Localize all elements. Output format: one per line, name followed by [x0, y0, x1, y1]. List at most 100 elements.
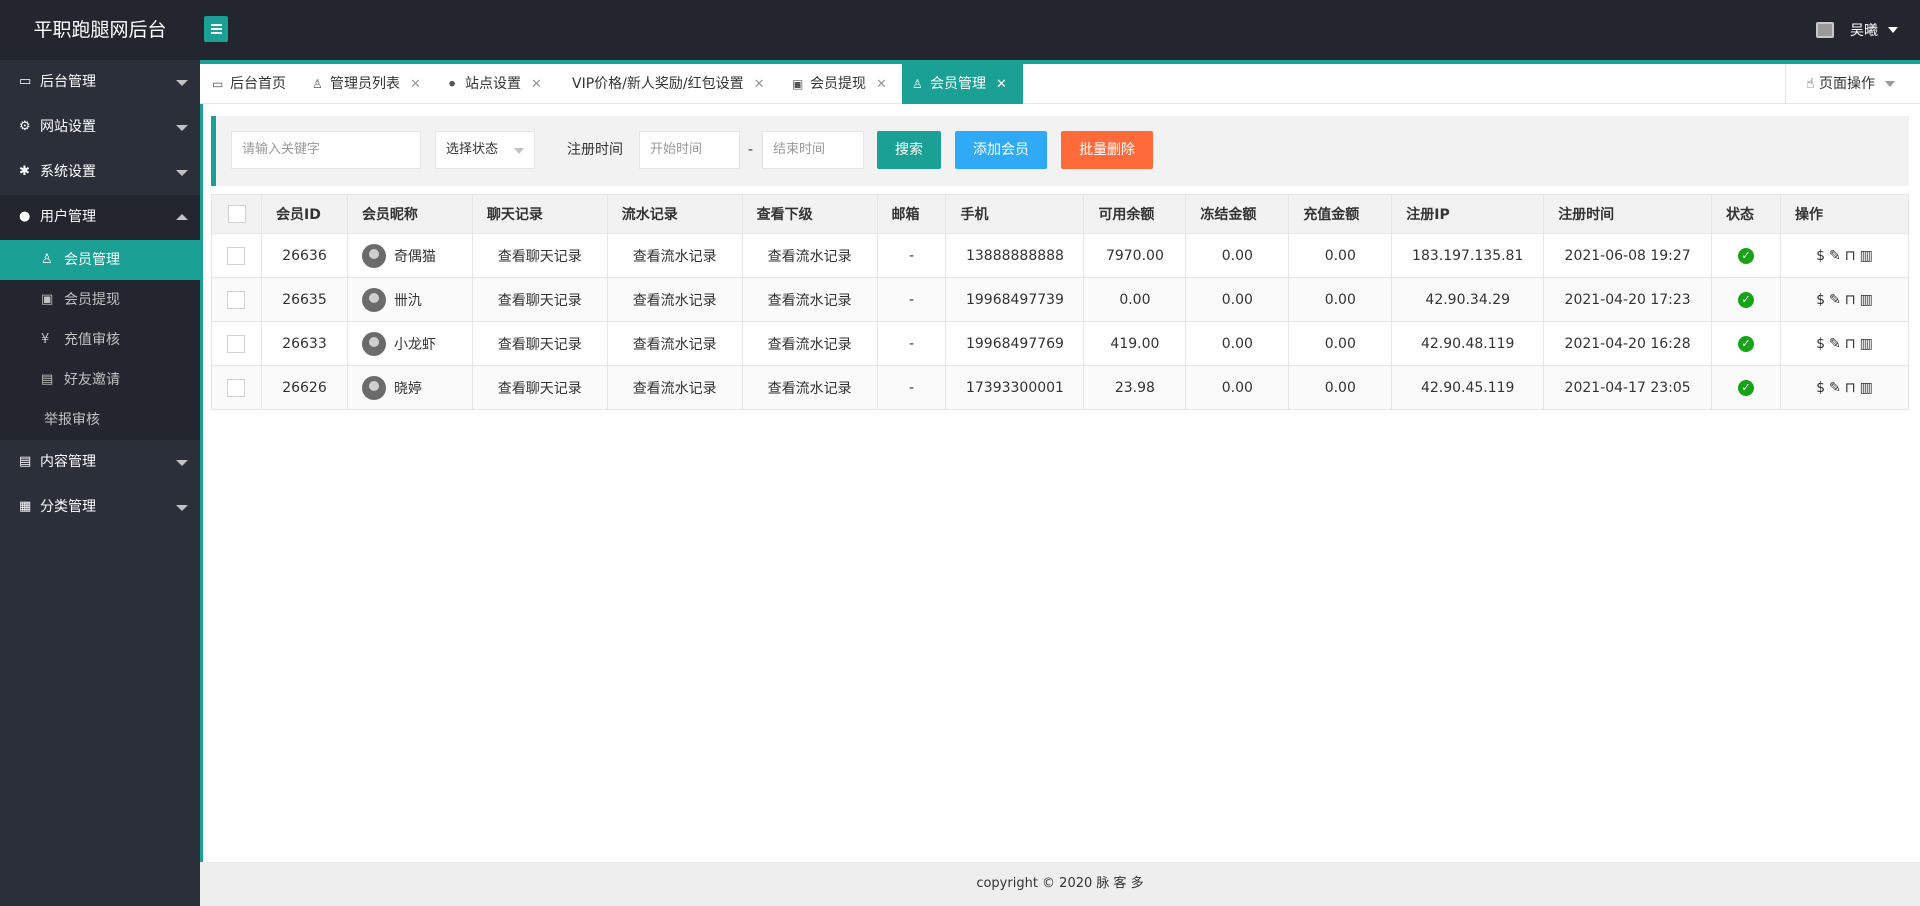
row-checkbox[interactable]	[227, 290, 246, 309]
sidebar-subitem-report-review[interactable]: 举报审核	[0, 400, 200, 440]
gears-icon: ⚙	[19, 119, 31, 134]
available-balance: 23.98	[1083, 365, 1187, 410]
email: -	[876, 233, 947, 278]
subordinates-link[interactable]: 查看流水记录	[741, 321, 878, 366]
lock-icon[interactable]: ⊓	[1845, 292, 1856, 308]
row-checkbox[interactable]	[227, 378, 246, 397]
flow-log-link[interactable]: 查看流水记录	[606, 365, 743, 410]
frozen-amount: 0.00	[1185, 365, 1290, 410]
sidebar-subitem-label: 会员管理	[64, 252, 120, 268]
sidebar-subitem-members[interactable]: ♙ 会员管理	[0, 240, 200, 280]
chevron-down-icon	[176, 460, 188, 466]
subordinates-link[interactable]: 查看流水记录	[741, 277, 878, 322]
document-icon: ▤	[19, 454, 32, 469]
chat-log-link[interactable]: 查看聊天记录	[471, 321, 608, 366]
user-menu[interactable]: 吴曦	[1816, 0, 1898, 60]
status-cell: ✓	[1711, 321, 1781, 366]
flow-log-link[interactable]: 查看流水记录	[606, 321, 743, 366]
top-header: 平职跑腿网后台 吴曦	[0, 0, 1920, 60]
money-bag-icon[interactable]: $	[1816, 336, 1825, 352]
sidebar-item-content-management[interactable]: ▤ 内容管理	[0, 440, 200, 485]
sidebar-item-user-management[interactable]: ● 用户管理	[0, 195, 200, 240]
member-id: 26635	[260, 277, 348, 322]
sidebar-subitem-withdrawals[interactable]: ▣ 会员提现	[0, 280, 200, 320]
close-icon[interactable]: ✕	[876, 65, 887, 105]
page-operations-menu[interactable]: ☝ 页面操作	[1785, 64, 1920, 104]
sidebar-item-category-management[interactable]: ▦ 分类管理	[0, 485, 200, 530]
sidebar-item-site-settings[interactable]: ⚙ 网站设置	[0, 105, 200, 150]
edit-icon[interactable]: ✎	[1829, 380, 1841, 396]
add-member-button[interactable]: 添加会员	[955, 131, 1047, 169]
end-time-input[interactable]: 结束时间	[762, 131, 864, 169]
phone: 13888888888	[945, 233, 1085, 278]
member-nick-cell: 奇偶猫	[346, 233, 473, 278]
flow-log-link[interactable]: 查看流水记录	[606, 233, 743, 278]
register-ip: 42.90.34.29	[1391, 277, 1545, 322]
check-circle-icon[interactable]: ✓	[1738, 380, 1755, 396]
frozen-amount: 0.00	[1185, 321, 1290, 366]
status-select[interactable]: 选择状态	[435, 131, 535, 169]
flow-log-link[interactable]: 查看流水记录	[606, 277, 743, 322]
sidebar-item-backend[interactable]: ▭ 后台管理	[0, 60, 200, 105]
close-icon[interactable]: ✕	[996, 65, 1007, 105]
column-header: 手机	[945, 194, 1085, 234]
trash-icon[interactable]: ▥	[1860, 380, 1873, 396]
member-id: 26626	[260, 365, 348, 410]
actions-cell: $ ✎ ⊓ ▥	[1780, 233, 1909, 278]
check-circle-icon[interactable]: ✓	[1738, 336, 1755, 352]
batch-delete-button[interactable]: 批量删除	[1061, 131, 1153, 169]
member-nick: 晓婷	[393, 380, 422, 397]
actions-cell: $ ✎ ⊓ ▥	[1780, 277, 1909, 322]
email: -	[876, 277, 947, 322]
tab-member-management[interactable]: ♙ 会员管理 ✕	[902, 64, 1023, 104]
lock-icon[interactable]: ⊓	[1845, 248, 1856, 264]
money-bag-icon[interactable]: $	[1816, 248, 1825, 264]
search-button[interactable]: 搜索	[877, 131, 941, 169]
lock-icon[interactable]: ⊓	[1845, 336, 1856, 352]
close-icon[interactable]: ✕	[531, 65, 542, 105]
phone: 19968497739	[945, 277, 1085, 322]
tab-vip-settings[interactable]: VIP价格/新人奖励/红包设置 ✕	[572, 64, 765, 104]
trash-icon[interactable]: ▥	[1860, 336, 1873, 352]
keyword-search-input[interactable]: 请输入关键字	[231, 131, 421, 169]
edit-icon[interactable]: ✎	[1829, 292, 1841, 308]
row-checkbox[interactable]	[227, 334, 246, 353]
start-time-input[interactable]: 开始时间	[639, 131, 740, 169]
avatar	[361, 243, 386, 268]
tab-member-withdraw[interactable]: ▣ 会员提现 ✕	[792, 64, 887, 104]
money-bag-icon[interactable]: $	[1816, 380, 1825, 396]
money-bag-icon[interactable]: $	[1816, 292, 1825, 308]
menu-toggle-button[interactable]	[204, 16, 228, 42]
chat-log-link[interactable]: 查看聊天记录	[471, 365, 608, 410]
row-checkbox[interactable]	[227, 246, 246, 265]
check-circle-icon[interactable]: ✓	[1738, 292, 1755, 308]
available-balance: 7970.00	[1083, 233, 1187, 278]
user-management-submenu: ♙ 会员管理 ▣ 会员提现 ¥ 充值审核 ▤ 好友邀请 举报审核	[0, 240, 200, 440]
subordinates-link[interactable]: 查看流水记录	[741, 365, 878, 410]
edit-icon[interactable]: ✎	[1829, 248, 1841, 264]
member-nick: 卌氿	[393, 292, 422, 309]
sidebar-subitem-invites[interactable]: ▤ 好友邀请	[0, 360, 200, 400]
sidebar-subitem-recharge-review[interactable]: ¥ 充值审核	[0, 320, 200, 360]
edit-icon[interactable]: ✎	[1829, 336, 1841, 352]
select-all-checkbox[interactable]	[228, 205, 246, 223]
trash-icon[interactable]: ▥	[1860, 292, 1873, 308]
trash-icon[interactable]: ▥	[1860, 248, 1873, 264]
subordinates-link[interactable]: 查看流水记录	[741, 233, 878, 278]
register-ip: 42.90.45.119	[1391, 365, 1545, 410]
column-header: 充值金额	[1288, 194, 1393, 234]
column-header: 操作	[1780, 194, 1909, 234]
column-header: 注册时间	[1543, 194, 1713, 234]
chat-log-link[interactable]: 查看聊天记录	[471, 277, 608, 322]
close-icon[interactable]: ✕	[754, 65, 765, 105]
close-icon[interactable]: ✕	[410, 65, 421, 105]
lock-icon[interactable]: ⊓	[1845, 380, 1856, 396]
tab-site-settings[interactable]: ⚫ 站点设置 ✕	[447, 64, 542, 104]
tab-admin-list[interactable]: ♙ 管理员列表 ✕	[312, 64, 421, 104]
tab-label: 管理员列表	[330, 76, 400, 92]
check-circle-icon[interactable]: ✓	[1738, 248, 1755, 264]
date-range-dash: -	[748, 142, 754, 158]
tab-home[interactable]: ▭ 后台首页	[212, 64, 286, 104]
chat-log-link[interactable]: 查看聊天记录	[471, 233, 608, 278]
sidebar-item-system-settings[interactable]: ✱ 系统设置	[0, 150, 200, 195]
